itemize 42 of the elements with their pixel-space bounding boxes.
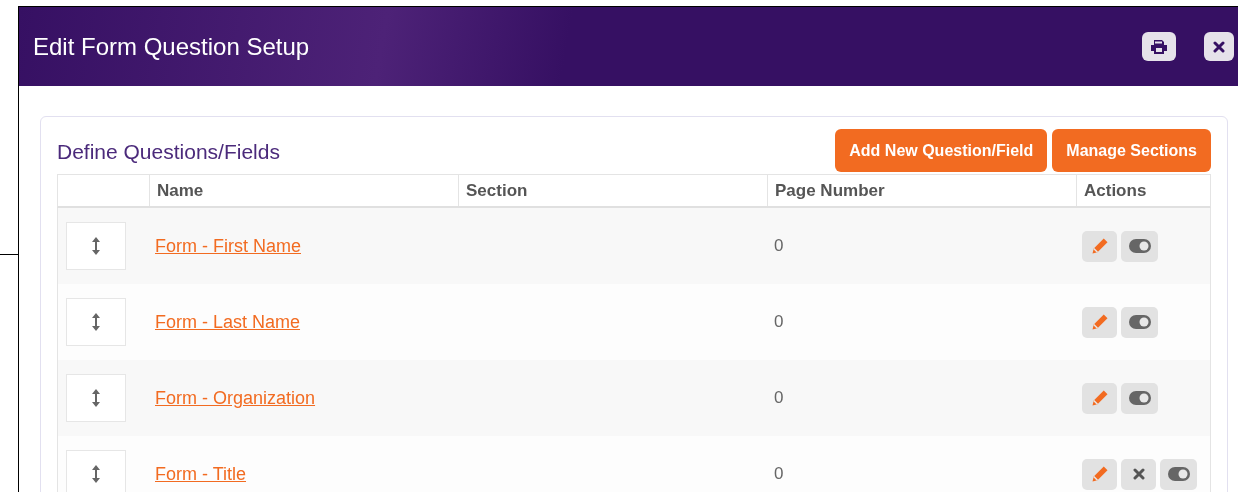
add-question-button[interactable]: Add New Question/Field [835, 129, 1048, 172]
toggle-button[interactable] [1121, 382, 1158, 414]
up-down-arrow-icon [91, 236, 101, 256]
column-header: Actions [1084, 180, 1147, 201]
edit-button[interactable] [1082, 382, 1117, 414]
toggle-icon [1167, 467, 1190, 481]
close-icon [1213, 40, 1225, 53]
close-icon [1132, 468, 1145, 480]
question-link[interactable]: Form - Last Name [155, 311, 301, 332]
toggle-button[interactable] [1121, 230, 1158, 262]
drag-handle[interactable] [66, 222, 126, 270]
toggle-icon [1128, 239, 1151, 253]
question-link[interactable]: Form - Title [155, 463, 246, 484]
column-header: Name [157, 180, 204, 201]
drag-handle[interactable] [66, 374, 126, 422]
question-link[interactable]: Form - First Name [155, 235, 301, 256]
panel-title: Define Questions/Fields [57, 140, 281, 164]
question-link[interactable]: Form - Organization [155, 387, 316, 408]
up-down-arrow-icon [91, 464, 101, 484]
delete-button[interactable] [1121, 458, 1156, 490]
page-number: 0 [774, 312, 784, 331]
manage-sections-button[interactable]: Manage Sections [1052, 129, 1211, 172]
drag-handle[interactable] [66, 450, 126, 492]
up-down-arrow-icon [91, 388, 101, 408]
edit-button[interactable] [1082, 230, 1117, 262]
up-down-arrow-icon [91, 312, 101, 332]
printer-icon [1150, 38, 1168, 55]
toggle-button[interactable] [1160, 458, 1197, 490]
toggle-icon [1128, 315, 1151, 329]
drag-handle[interactable] [66, 298, 126, 346]
dialog-title: Edit Form Question Setup [33, 32, 311, 61]
column-header: Page Number [775, 180, 885, 201]
page-number: 0 [774, 388, 784, 407]
toggle-icon [1128, 391, 1151, 405]
print-button[interactable] [1142, 32, 1176, 61]
page-number: 0 [774, 236, 784, 255]
page-number: 0 [774, 464, 784, 483]
column-header: Section [466, 180, 528, 201]
toggle-button[interactable] [1121, 306, 1158, 338]
close-button[interactable] [1204, 32, 1234, 61]
edit-button[interactable] [1082, 306, 1117, 338]
edit-button[interactable] [1082, 458, 1117, 490]
